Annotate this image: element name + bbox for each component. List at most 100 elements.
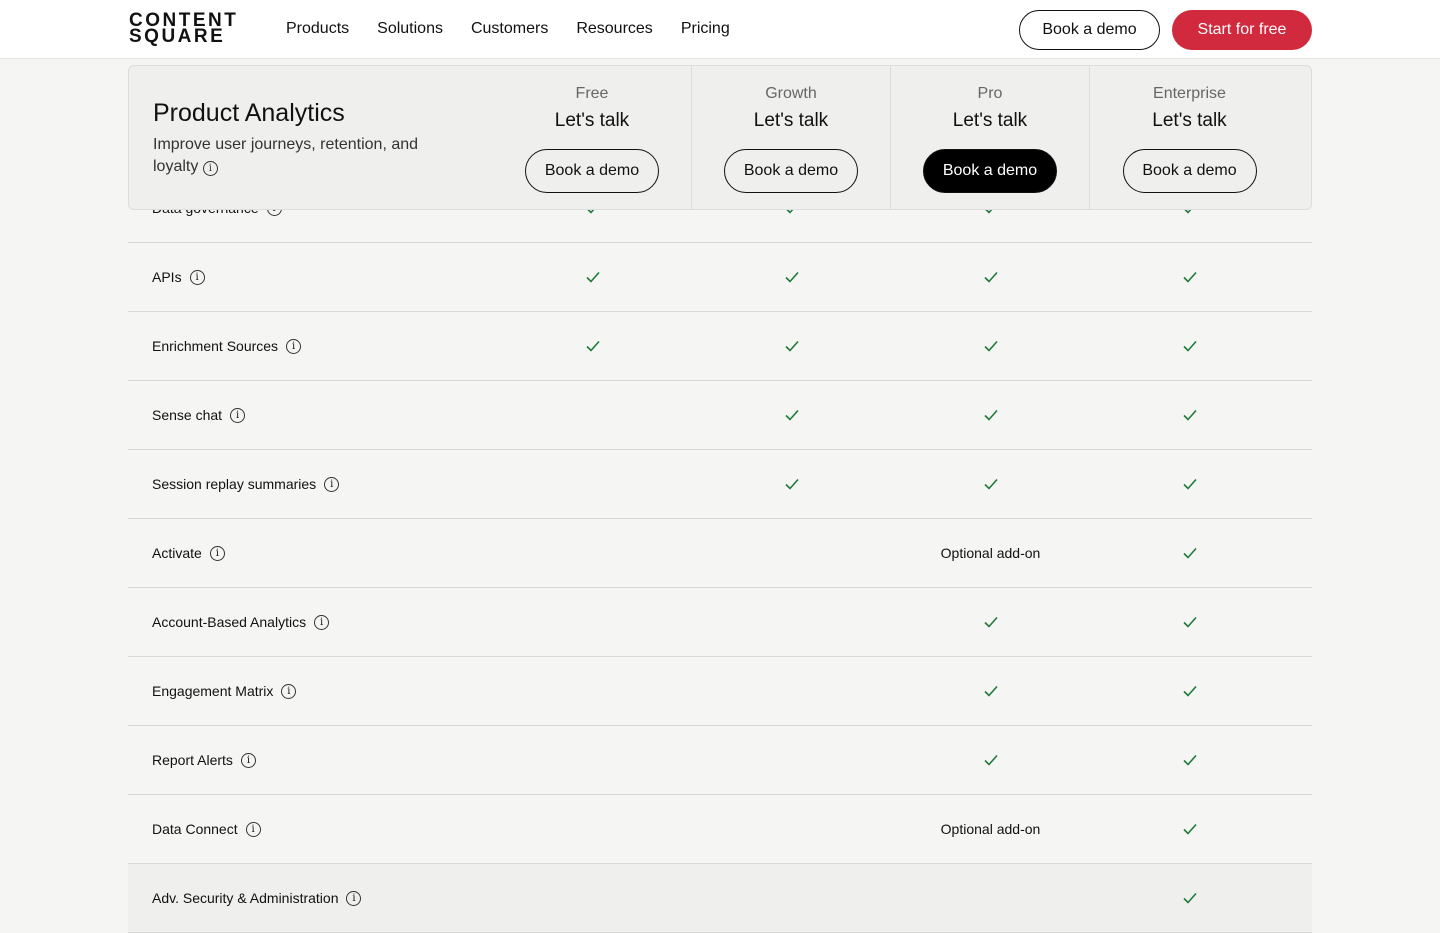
check-icon — [585, 271, 600, 283]
nav-menu: Products Solutions Customers Resources P… — [286, 20, 730, 38]
feature-name: APIs — [152, 269, 182, 285]
check-cell — [1090, 338, 1289, 354]
check-icon — [585, 340, 600, 352]
info-icon[interactable]: i — [346, 890, 362, 906]
check-cell — [692, 407, 891, 423]
plan-free: Free Let's talk Book a demo — [493, 66, 692, 209]
check-cell — [891, 407, 1090, 423]
check-icon — [784, 340, 799, 352]
check-cell — [1090, 269, 1289, 285]
feature-name: Engagement Matrix — [152, 683, 274, 699]
nav-solutions[interactable]: Solutions — [377, 20, 443, 38]
check-icon — [784, 271, 799, 283]
feature-label: Engagement Matrix i — [128, 683, 493, 699]
check-icon — [1182, 754, 1197, 766]
info-icon[interactable]: i — [189, 269, 205, 285]
table-row: Account-Based Analytics i — [128, 588, 1312, 657]
plan-book-demo-button[interactable]: Book a demo — [724, 149, 858, 193]
plan-book-demo-button[interactable]: Book a demo — [525, 149, 659, 193]
table-row: Session replay summaries i — [128, 450, 1312, 519]
check-cell — [692, 269, 891, 285]
info-icon[interactable]: i — [324, 476, 340, 492]
addon-cell: Optional add-on — [940, 821, 1041, 837]
check-icon — [983, 340, 998, 352]
check-icon — [1182, 547, 1197, 559]
plan-name: Growth — [765, 85, 817, 102]
feature-label: Report Alerts i — [128, 752, 493, 768]
book-demo-button[interactable]: Book a demo — [1019, 10, 1160, 50]
check-icon — [983, 616, 998, 628]
check-cell — [493, 269, 692, 285]
plan-price: Let's talk — [554, 110, 630, 131]
check-cell — [1090, 890, 1289, 906]
plan-price: Let's talk — [952, 110, 1028, 131]
check-icon — [1182, 685, 1197, 697]
check-icon — [983, 685, 998, 697]
feature-label: APIs i — [128, 269, 493, 285]
feature-name: Session replay summaries — [152, 476, 317, 492]
plan-name: Free — [575, 85, 609, 102]
nav-customers[interactable]: Customers — [471, 20, 548, 38]
check-cell — [1090, 545, 1289, 561]
plan-name: Pro — [977, 85, 1003, 102]
feature-label: Sense chat i — [128, 407, 493, 423]
info-icon[interactable]: i — [286, 338, 302, 354]
nav-resources[interactable]: Resources — [576, 20, 652, 38]
check-cell — [891, 269, 1090, 285]
plan-enterprise: Enterprise Let's talk Book a demo — [1090, 66, 1289, 209]
check-icon — [1182, 340, 1197, 352]
feature-table: Data governanceiAPIsiEnrichment Sourcesi… — [128, 174, 1312, 933]
feature-name: Enrichment Sources — [152, 338, 279, 354]
feature-label: Adv. Security & Administration i — [128, 890, 493, 906]
logo-line: SQUARE — [129, 26, 226, 47]
plan-growth: Growth Let's talk Book a demo — [692, 66, 891, 209]
table-row: Adv. Security & Administration i — [128, 864, 1312, 933]
feature-name: Data Connect — [152, 821, 238, 837]
nav-products[interactable]: Products — [286, 20, 349, 38]
table-row: Engagement Matrix i — [128, 657, 1312, 726]
check-icon — [983, 754, 998, 766]
section-subtitle: Improve user journeys, retention, and lo… — [153, 134, 453, 178]
check-cell — [1090, 407, 1289, 423]
table-row: Report Alerts i — [128, 726, 1312, 795]
check-cell — [692, 338, 891, 354]
plan-pro: Pro Let's talk Book a demo — [891, 66, 1090, 209]
info-icon[interactable]: i — [314, 614, 330, 630]
info-icon[interactable]: i — [240, 752, 256, 768]
check-icon — [1182, 271, 1197, 283]
feature-label: Session replay summaries i — [128, 476, 493, 492]
table-row: Sense chat i — [128, 381, 1312, 450]
table-row: Enrichment Sources i — [128, 312, 1312, 381]
info-icon[interactable]: i — [245, 821, 261, 837]
check-icon — [983, 409, 998, 421]
plan-book-demo-button[interactable]: Book a demo — [1122, 149, 1257, 193]
start-free-button[interactable]: Start for free — [1172, 10, 1312, 50]
feature-label: Account-Based Analytics i — [128, 614, 493, 630]
check-icon — [784, 478, 799, 490]
info-icon[interactable]: i — [202, 161, 218, 176]
check-icon — [1182, 478, 1197, 490]
check-cell — [891, 338, 1090, 354]
plan-book-demo-button[interactable]: Book a demo — [923, 149, 1057, 193]
check-cell — [891, 476, 1090, 492]
info-icon[interactable]: i — [209, 545, 225, 561]
info-icon[interactable]: i — [230, 407, 246, 423]
logo[interactable]: CONTENT SQUARE — [129, 11, 238, 47]
addon-cell: Optional add-on — [940, 545, 1041, 561]
check-cell — [891, 683, 1090, 699]
nav-pricing[interactable]: Pricing — [681, 20, 730, 38]
check-icon — [1182, 616, 1197, 628]
info-icon[interactable]: i — [281, 683, 297, 699]
feature-name: Account-Based Analytics — [152, 614, 307, 630]
feature-name: Activate — [152, 545, 202, 561]
check-icon — [1182, 409, 1197, 421]
feature-label: Enrichment Sources i — [128, 338, 493, 354]
check-cell — [692, 476, 891, 492]
check-icon — [983, 478, 998, 490]
feature-label: Activate i — [128, 545, 493, 561]
subtitle-text: Improve user journeys, retention, and lo… — [153, 136, 419, 175]
check-icon — [1182, 892, 1197, 904]
feature-name: Sense chat — [152, 407, 223, 423]
check-cell — [1090, 752, 1289, 768]
table-row: Activate i Optional add-on — [128, 519, 1312, 588]
